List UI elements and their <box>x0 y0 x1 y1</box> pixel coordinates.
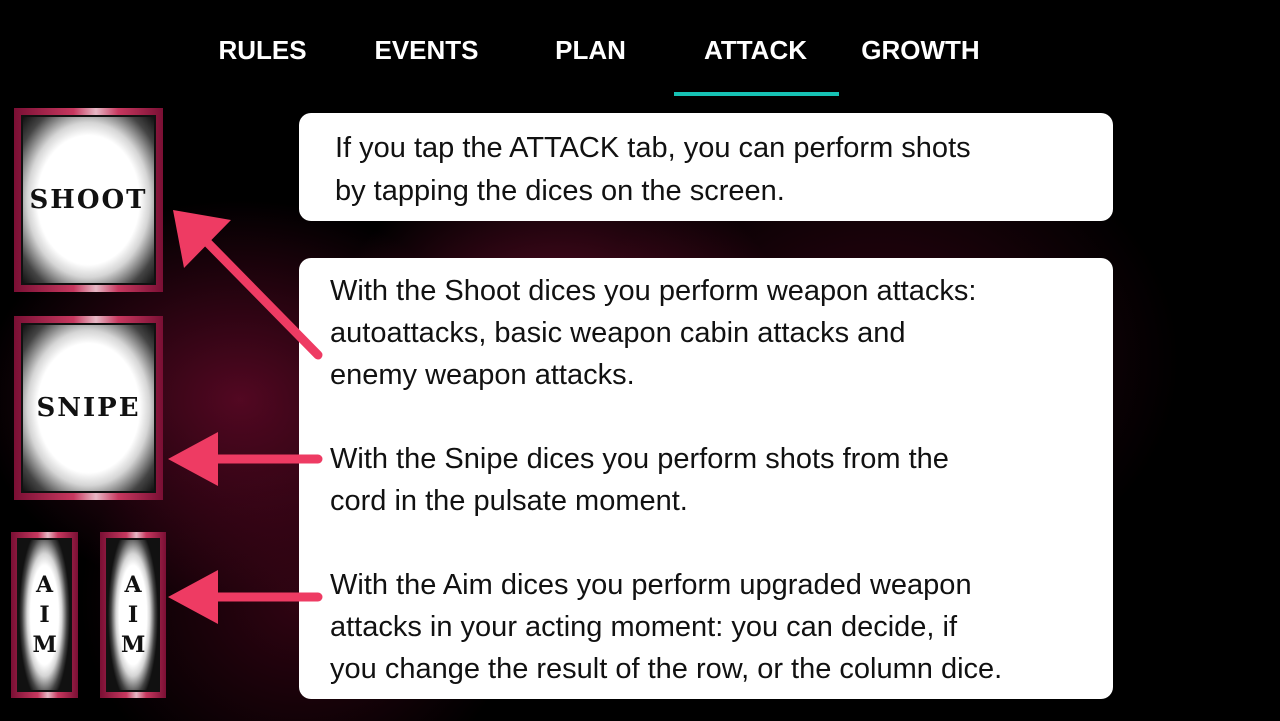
intro-bubble: If you tap the ATTACK tab, you can perfo… <box>299 113 1113 221</box>
tab-attack[interactable]: ATTACK <box>673 30 838 70</box>
aim-dice-label: AIM <box>121 572 146 658</box>
description-line: enemy weapon attacks. <box>330 359 635 391</box>
tab-rules[interactable]: RULES <box>180 30 345 70</box>
description-line: With the Aim dices you perform upgraded … <box>330 569 972 601</box>
tab-bar: RULES EVENTS PLAN ATTACK GROWTH <box>0 0 1280 100</box>
snipe-dice-card[interactable]: SNIPE <box>14 316 163 500</box>
intro-line: If you tap the ATTACK tab, you can perfo… <box>335 132 971 164</box>
aim-dice-label: AIM <box>32 572 57 658</box>
details-bubble: With the Shoot dices you perform weapon … <box>299 258 1113 699</box>
description-line: cord in the pulsate moment. <box>330 485 688 517</box>
shoot-dice-face: SHOOT <box>21 115 156 285</box>
snipe-description: With the Snipe dices you perform shots f… <box>330 438 1082 522</box>
description-line: attacks in your acting moment: you can d… <box>330 611 958 643</box>
snipe-dice-label: SNIPE <box>36 393 141 423</box>
shoot-dice-label: SHOOT <box>29 185 148 215</box>
tab-growth[interactable]: GROWTH <box>838 30 1003 70</box>
description-line: With the Snipe dices you perform shots f… <box>330 443 949 475</box>
tab-events[interactable]: EVENTS <box>344 30 509 70</box>
active-tab-indicator <box>674 92 839 96</box>
intro-line: by tapping the dices on the screen. <box>335 175 785 207</box>
snipe-dice-face: SNIPE <box>21 323 156 493</box>
aim-dice-card[interactable]: AIM <box>11 532 78 698</box>
shoot-dice-card[interactable]: SHOOT <box>14 108 163 292</box>
description-line: autoattacks, basic weapon cabin attacks … <box>330 317 906 349</box>
aim-dice-face: AIM <box>17 538 72 692</box>
aim-dice-face: AIM <box>106 538 160 692</box>
shoot-description: With the Shoot dices you perform weapon … <box>330 270 1082 396</box>
tab-plan[interactable]: PLAN <box>508 30 673 70</box>
description-line: With the Shoot dices you perform weapon … <box>330 275 977 307</box>
description-line: you change the result of the row, or the… <box>330 653 1003 685</box>
aim-dice-card[interactable]: AIM <box>100 532 166 698</box>
aim-description: With the Aim dices you perform upgraded … <box>330 564 1082 690</box>
